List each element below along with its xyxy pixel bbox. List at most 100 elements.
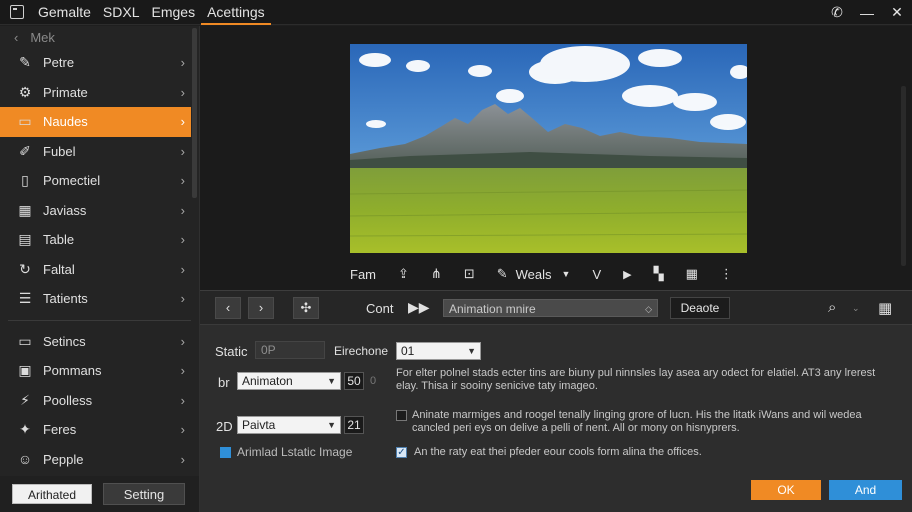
animaton-select[interactable]: Animaton ▼	[237, 372, 341, 390]
static-input[interactable]: 0P	[255, 341, 325, 359]
share-icon[interactable]: ⋔	[431, 266, 442, 282]
menu-item-3[interactable]: Acettings	[201, 0, 271, 25]
phone-icon[interactable]: ✆	[822, 4, 852, 21]
sidebar-item-label: Pepple	[43, 451, 84, 467]
chevron-down-icon[interactable]: ▼	[562, 269, 571, 279]
animation-select[interactable]: Animation mnire ◇	[443, 299, 658, 317]
sidebar-divider	[8, 319, 191, 321]
sidebar-item-5[interactable]: ▦ Javiass ›	[0, 196, 199, 226]
sidebar-back-label: Mek	[30, 29, 55, 45]
sidebar-item-8[interactable]: ☰ Tatients ›	[0, 284, 199, 314]
chevron-right-icon: ›	[180, 232, 185, 248]
eirechone-select[interactable]: 01 ▼	[396, 342, 481, 360]
sidebar-item-4[interactable]: ▯ Pomectiel ›	[0, 166, 199, 196]
layout-icon[interactable]: ▚	[654, 266, 664, 282]
gear-icon: ⚙	[18, 83, 32, 100]
sidebar-item-10[interactable]: ▣ Pommans ›	[0, 356, 199, 386]
row3-label: 2D	[216, 419, 233, 434]
chevron-down-icon[interactable]: ⌄	[852, 303, 860, 314]
chevron-left-icon: ‹	[225, 300, 231, 315]
animate-checkbox[interactable]	[396, 410, 407, 421]
chevron-right-icon: ›	[180, 84, 185, 100]
chevron-down-icon: ▼	[467, 346, 476, 356]
sidebar-item-label: Primate	[43, 84, 88, 100]
panel-toolbar: ‹ › ✣ Cont ▶▶ Animation mnire ◇ Deaote ⌕ …	[200, 291, 912, 325]
search-icon[interactable]: ⌕	[828, 299, 836, 316]
eirechone-label: Eirechone	[334, 344, 389, 358]
title-bar: Gemalte SDXL Emges Acettings ✆ — ✕	[0, 0, 912, 25]
sidebar-item-7[interactable]: ↻ Faltal ›	[0, 255, 199, 285]
play-icon[interactable]: ▶	[623, 268, 631, 281]
chevron-right-icon: ›	[180, 422, 185, 438]
clipboard-icon: ▣	[18, 362, 32, 379]
sidebar-item-label: Naudes	[43, 114, 88, 130]
sidebar-item-label: Petre	[43, 55, 75, 71]
chevron-right-icon: ›	[180, 173, 185, 189]
chevron-right-icon: ›	[180, 363, 185, 379]
fast-forward-icon[interactable]: ▶▶	[408, 299, 430, 316]
refresh-icon: ↻	[19, 260, 31, 277]
offices-checkbox[interactable]: ✓	[396, 447, 407, 458]
sidebar-item-label: Table	[43, 232, 75, 248]
row2-number[interactable]: 50	[344, 372, 364, 390]
media-toolbar: Fam ⇪ ⋔ ⊡ ✎ Weals ▼ V ▶ ▚ ▦ ⋮	[350, 262, 750, 286]
menu-item-0[interactable]: Gemalte	[32, 0, 97, 25]
offices-label: An the raty eat thei pfeder eour cools f…	[414, 446, 702, 458]
sidebar-item-1[interactable]: ⚙ Primate ›	[0, 78, 199, 108]
paivta-select-value: Paivta	[242, 418, 276, 432]
chevron-right-icon: ›	[180, 202, 185, 218]
menu-item-2[interactable]: Emges	[146, 0, 202, 25]
preview-scrollbar[interactable]	[901, 86, 906, 266]
next-button[interactable]: ›	[248, 297, 274, 319]
fire-icon: ✦	[19, 421, 31, 438]
table-icon: ▤	[18, 231, 32, 248]
more-icon[interactable]: ⋮	[720, 266, 733, 282]
chevron-left-icon: ‹	[14, 29, 19, 45]
sidebar-item-11[interactable]: ⚡ Poolless ›	[0, 386, 199, 416]
document-icon: ▯	[21, 172, 29, 189]
chevron-right-icon: ›	[180, 392, 185, 408]
sidebar-item-13[interactable]: ☺ Pepple ›	[0, 445, 199, 475]
chevron-down-icon: ◇	[645, 304, 652, 314]
chevron-right-icon: ›	[180, 114, 185, 130]
sidebar-item-2[interactable]: ▭ Naudes ›	[0, 107, 191, 137]
chevron-right-icon: ›	[180, 55, 185, 71]
row2-description: For elter polnel stads ecter tins are bi…	[396, 367, 876, 392]
minimize-icon[interactable]: —	[852, 5, 882, 21]
sidebar-item-6[interactable]: ▤ Table ›	[0, 225, 199, 255]
ok-button[interactable]: OK	[751, 480, 821, 500]
tool-button[interactable]: ✣	[293, 297, 319, 319]
delete-button[interactable]: Deaote	[670, 297, 730, 319]
prev-button[interactable]: ‹	[215, 297, 241, 319]
sidebar-item-0[interactable]: ✎ Petre ›	[0, 48, 199, 78]
crop-icon[interactable]: ⊡	[464, 266, 475, 282]
v-button[interactable]: V	[592, 267, 601, 282]
menu-item-1[interactable]: SDXL	[97, 0, 146, 25]
and-button[interactable]: And	[829, 480, 902, 500]
sidebar-item-label: Feres	[43, 422, 77, 438]
close-icon[interactable]: ✕	[882, 4, 912, 21]
sidebar: ‹ Mek ✎ Petre › ⚙ Primate › ▭ Naudes › ✐ Fubel ›…	[0, 26, 200, 512]
arithated-button[interactable]: Arithated	[12, 484, 92, 504]
grid-view-icon[interactable]: ▦	[686, 266, 698, 282]
sidebar-item-12[interactable]: ✦ Feres ›	[0, 415, 199, 445]
export-icon[interactable]: ⇪	[398, 266, 409, 282]
pencil-icon[interactable]: ✎	[497, 266, 508, 282]
setting-button[interactable]: Setting	[103, 483, 185, 505]
sidebar-item-9[interactable]: ▭ Setincs ›	[0, 327, 199, 357]
landscape-image	[350, 44, 747, 253]
settings-panel: ‹ › ✣ Cont ▶▶ Animation mnire ◇ Deaote ⌕ …	[200, 290, 912, 512]
sidebar-item-label: Javiass	[43, 202, 87, 218]
row3-number[interactable]: 21	[344, 416, 364, 434]
chevron-right-icon: ›	[180, 333, 185, 349]
static-image-checkbox[interactable]	[220, 447, 231, 458]
weals-label[interactable]: Weals	[516, 267, 552, 282]
fam-label[interactable]: Fam	[350, 267, 376, 282]
bolt-icon: ⚡	[20, 391, 30, 408]
sidebar-item-3[interactable]: ✐ Fubel ›	[0, 137, 199, 167]
chevron-right-icon: ›	[180, 291, 185, 307]
paivta-select[interactable]: Paivta ▼	[237, 416, 341, 434]
grid-menu-icon[interactable]: ▦	[878, 299, 892, 317]
sidebar-item-label: Pommans	[43, 363, 102, 379]
sidebar-back[interactable]: ‹ Mek	[0, 26, 199, 48]
